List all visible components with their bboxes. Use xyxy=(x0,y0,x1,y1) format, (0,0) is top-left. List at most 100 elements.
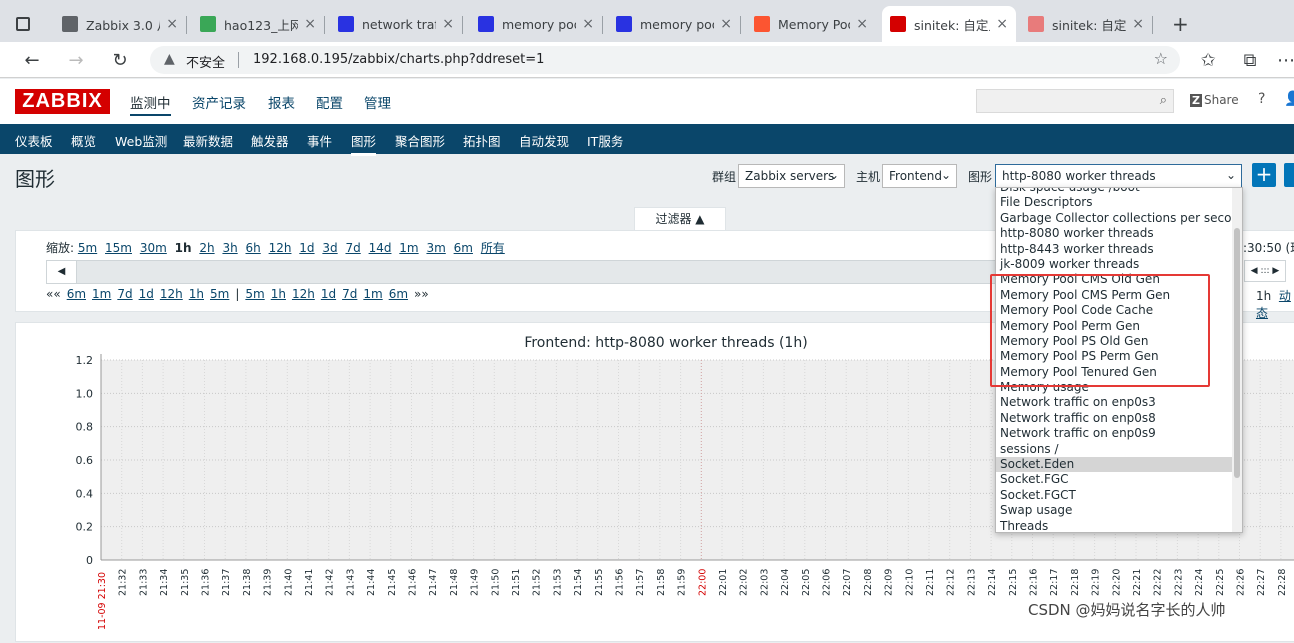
host-select[interactable]: Frontend ⌄ xyxy=(882,164,957,188)
zoom-option[interactable]: 3m xyxy=(426,241,445,255)
global-search-input[interactable]: ⌕ xyxy=(976,89,1174,113)
subnav-discovery[interactable]: 自动发现 xyxy=(519,131,569,150)
nav-back-link[interactable]: 1d xyxy=(139,287,154,301)
url-omnibox[interactable]: ▲ 不安全 192.168.0.195/zabbix/charts.php?dd… xyxy=(150,46,1180,74)
browser-tab[interactable]: sinitek: 自定义... × xyxy=(1020,6,1152,42)
graph-select[interactable]: http-8080 worker threads ⌄ xyxy=(995,164,1242,188)
subnav-overview[interactable]: 概览 xyxy=(71,131,96,150)
zoom-option[interactable]: 6h xyxy=(246,241,261,255)
scroll-left-arrow-icon[interactable]: ◀ xyxy=(47,261,77,283)
subnav-web[interactable]: Web监测 xyxy=(115,131,167,150)
url-text[interactable]: 192.168.0.195/zabbix/charts.php?ddreset=… xyxy=(253,52,544,67)
browser-tab[interactable]: Zabbix 3.0 从... × xyxy=(54,6,186,42)
browser-tab[interactable]: network traffic × xyxy=(330,6,462,42)
subnav-triggers[interactable]: 触发器 xyxy=(251,131,289,150)
add-to-favorites-button[interactable]: + xyxy=(1252,163,1276,187)
nav-back-link[interactable]: 1m xyxy=(92,287,111,301)
graph-option[interactable]: http-8080 worker threads xyxy=(996,226,1234,241)
close-tab-icon[interactable]: × xyxy=(856,16,868,32)
collections-icon[interactable]: ⧉ xyxy=(1238,48,1262,72)
graph-option[interactable]: http-8443 worker threads xyxy=(996,242,1234,257)
browser-tab[interactable]: hao123_上网... × xyxy=(192,6,324,42)
zoom-option[interactable]: 1m xyxy=(399,241,418,255)
zoom-option[interactable]: 14d xyxy=(369,241,392,255)
zoom-option[interactable]: 3h xyxy=(222,241,237,255)
graph-option[interactable]: Socket.FGCT xyxy=(996,488,1234,503)
nav-back-link[interactable]: 7d xyxy=(117,287,132,301)
graph-option[interactable]: Socket.Eden xyxy=(996,457,1234,473)
browser-tab[interactable]: sinitek: 自定义... × xyxy=(882,6,1016,42)
zoom-option[interactable]: 15m xyxy=(105,241,132,255)
zoom-option[interactable]: 所有 xyxy=(481,241,505,255)
fullscreen-button[interactable] xyxy=(1284,163,1294,187)
filter-toggle-tab[interactable]: 过滤器 ▲ xyxy=(634,207,726,231)
nav-forward-link[interactable]: 1h xyxy=(271,287,286,301)
close-tab-icon[interactable]: × xyxy=(720,16,732,32)
subnav-screens[interactable]: 聚合图形 xyxy=(395,131,445,150)
zoom-option[interactable]: 5m xyxy=(78,241,97,255)
browser-tab[interactable]: memory pool × xyxy=(470,6,602,42)
subnav-it-services[interactable]: IT服务 xyxy=(587,131,623,150)
subnav-maps[interactable]: 拓扑图 xyxy=(463,131,501,150)
subnav-latest-data[interactable]: 最新数据 xyxy=(183,131,233,150)
subnav-graphs[interactable]: 图形 xyxy=(351,131,377,156)
nav-back-link[interactable]: 6m xyxy=(67,287,86,301)
zoom-option[interactable]: 6m xyxy=(454,241,473,255)
graph-option[interactable]: Network traffic on enp0s9 xyxy=(996,426,1234,441)
zoom-option[interactable]: 1h xyxy=(175,241,192,255)
scroll-handle-icon[interactable]: ◀ ::: ▶ xyxy=(1244,260,1286,282)
menu-reports[interactable]: 报表 xyxy=(268,92,295,112)
share-link[interactable]: Z Share xyxy=(1190,93,1239,107)
nav-forward-link[interactable]: 12h xyxy=(292,287,315,301)
user-profile-icon[interactable]: 👤 xyxy=(1284,91,1294,107)
nav-forward-link[interactable]: 6m xyxy=(389,287,408,301)
menu-monitoring[interactable]: 监测中 xyxy=(130,92,171,116)
zoom-option[interactable]: 1d xyxy=(299,241,314,255)
window-menu-button[interactable] xyxy=(8,6,48,42)
new-tab-button[interactable]: + xyxy=(1164,6,1194,42)
nav-back-link[interactable]: 5m xyxy=(210,287,229,301)
graph-option[interactable]: Network traffic on enp0s3 xyxy=(996,395,1234,410)
nav-back-link[interactable]: «« xyxy=(46,287,61,301)
dropdown-scrollbar[interactable] xyxy=(1232,188,1242,532)
zabbix-logo[interactable]: ZABBIX xyxy=(15,89,110,114)
timeline-scrollbar[interactable]: ◀ xyxy=(46,260,1006,284)
zoom-option[interactable]: 30m xyxy=(140,241,167,255)
menu-administration[interactable]: 管理 xyxy=(364,92,391,112)
close-tab-icon[interactable]: × xyxy=(582,16,594,32)
close-tab-icon[interactable]: × xyxy=(166,16,178,32)
graph-option[interactable]: Socket.FGC xyxy=(996,472,1234,487)
help-icon[interactable]: ? xyxy=(1258,91,1265,107)
dropdown-scroll-thumb[interactable] xyxy=(1234,228,1240,478)
zoom-option[interactable]: 7d xyxy=(345,241,360,255)
zoom-option[interactable]: 3d xyxy=(322,241,337,255)
graph-option[interactable]: Network traffic on enp0s8 xyxy=(996,411,1234,426)
graph-option[interactable]: Threads xyxy=(996,519,1234,532)
group-select[interactable]: Zabbix servers ⌄ xyxy=(738,164,845,188)
graph-option[interactable]: jk-8009 worker threads xyxy=(996,257,1234,272)
nav-forward-link[interactable]: 7d xyxy=(342,287,357,301)
graph-option[interactable]: Swap usage xyxy=(996,503,1234,518)
menu-configuration[interactable]: 配置 xyxy=(316,92,343,112)
close-tab-icon[interactable]: × xyxy=(996,16,1008,32)
nav-back-link[interactable]: 1h xyxy=(189,287,204,301)
search-icon[interactable]: ⌕ xyxy=(1160,93,1167,108)
favorites-icon[interactable]: ✩ xyxy=(1196,48,1220,72)
forward-arrow-icon[interactable]: → xyxy=(64,48,88,72)
zoom-option[interactable]: 12h xyxy=(269,241,292,255)
menu-inventory[interactable]: 资产记录 xyxy=(192,92,246,112)
nav-back-link[interactable]: 12h xyxy=(160,287,183,301)
close-tab-icon[interactable]: × xyxy=(442,16,454,32)
graph-option[interactable]: Disk space usage /boot xyxy=(996,188,1234,195)
add-favorite-star-icon[interactable]: ☆ xyxy=(1154,49,1168,68)
graph-option[interactable]: sessions / xyxy=(996,442,1234,457)
subnav-dashboard[interactable]: 仪表板 xyxy=(15,131,53,150)
nav-forward-link[interactable]: 5m xyxy=(245,287,264,301)
nav-forward-link[interactable]: 1d xyxy=(321,287,336,301)
back-arrow-icon[interactable]: ← xyxy=(20,48,44,72)
close-tab-icon[interactable]: × xyxy=(1132,16,1144,32)
subnav-events[interactable]: 事件 xyxy=(307,131,332,150)
refresh-icon[interactable]: ↻ xyxy=(108,48,132,72)
zoom-option[interactable]: 2h xyxy=(199,241,214,255)
more-menu-icon[interactable]: ⋯ xyxy=(1274,48,1294,72)
